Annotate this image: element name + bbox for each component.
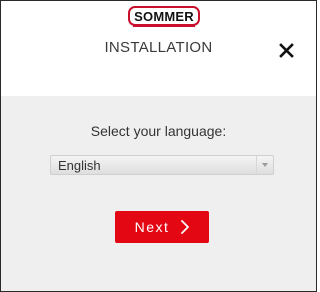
next-button[interactable]: Next — [115, 211, 209, 243]
page-title: INSTALLATION — [104, 39, 213, 56]
language-prompt: Select your language: — [90, 123, 227, 139]
close-button[interactable] — [278, 41, 296, 59]
language-select-value: English — [58, 158, 101, 173]
installation-dialog: SOMMER INSTALLATION Select your language… — [0, 0, 317, 292]
select-arrow — [256, 156, 273, 174]
dialog-header: SOMMER INSTALLATION — [1, 1, 316, 96]
language-select[interactable]: English — [50, 155, 274, 175]
next-button-label: Next — [134, 219, 170, 235]
sommer-logo: SOMMER — [128, 6, 200, 26]
close-icon — [279, 43, 294, 58]
logo-underline — [133, 25, 195, 27]
logo-text: SOMMER — [134, 8, 194, 24]
language-panel: Select your language: English Next — [1, 96, 316, 291]
chevron-right-icon — [181, 220, 190, 234]
chevron-down-icon — [262, 163, 268, 167]
